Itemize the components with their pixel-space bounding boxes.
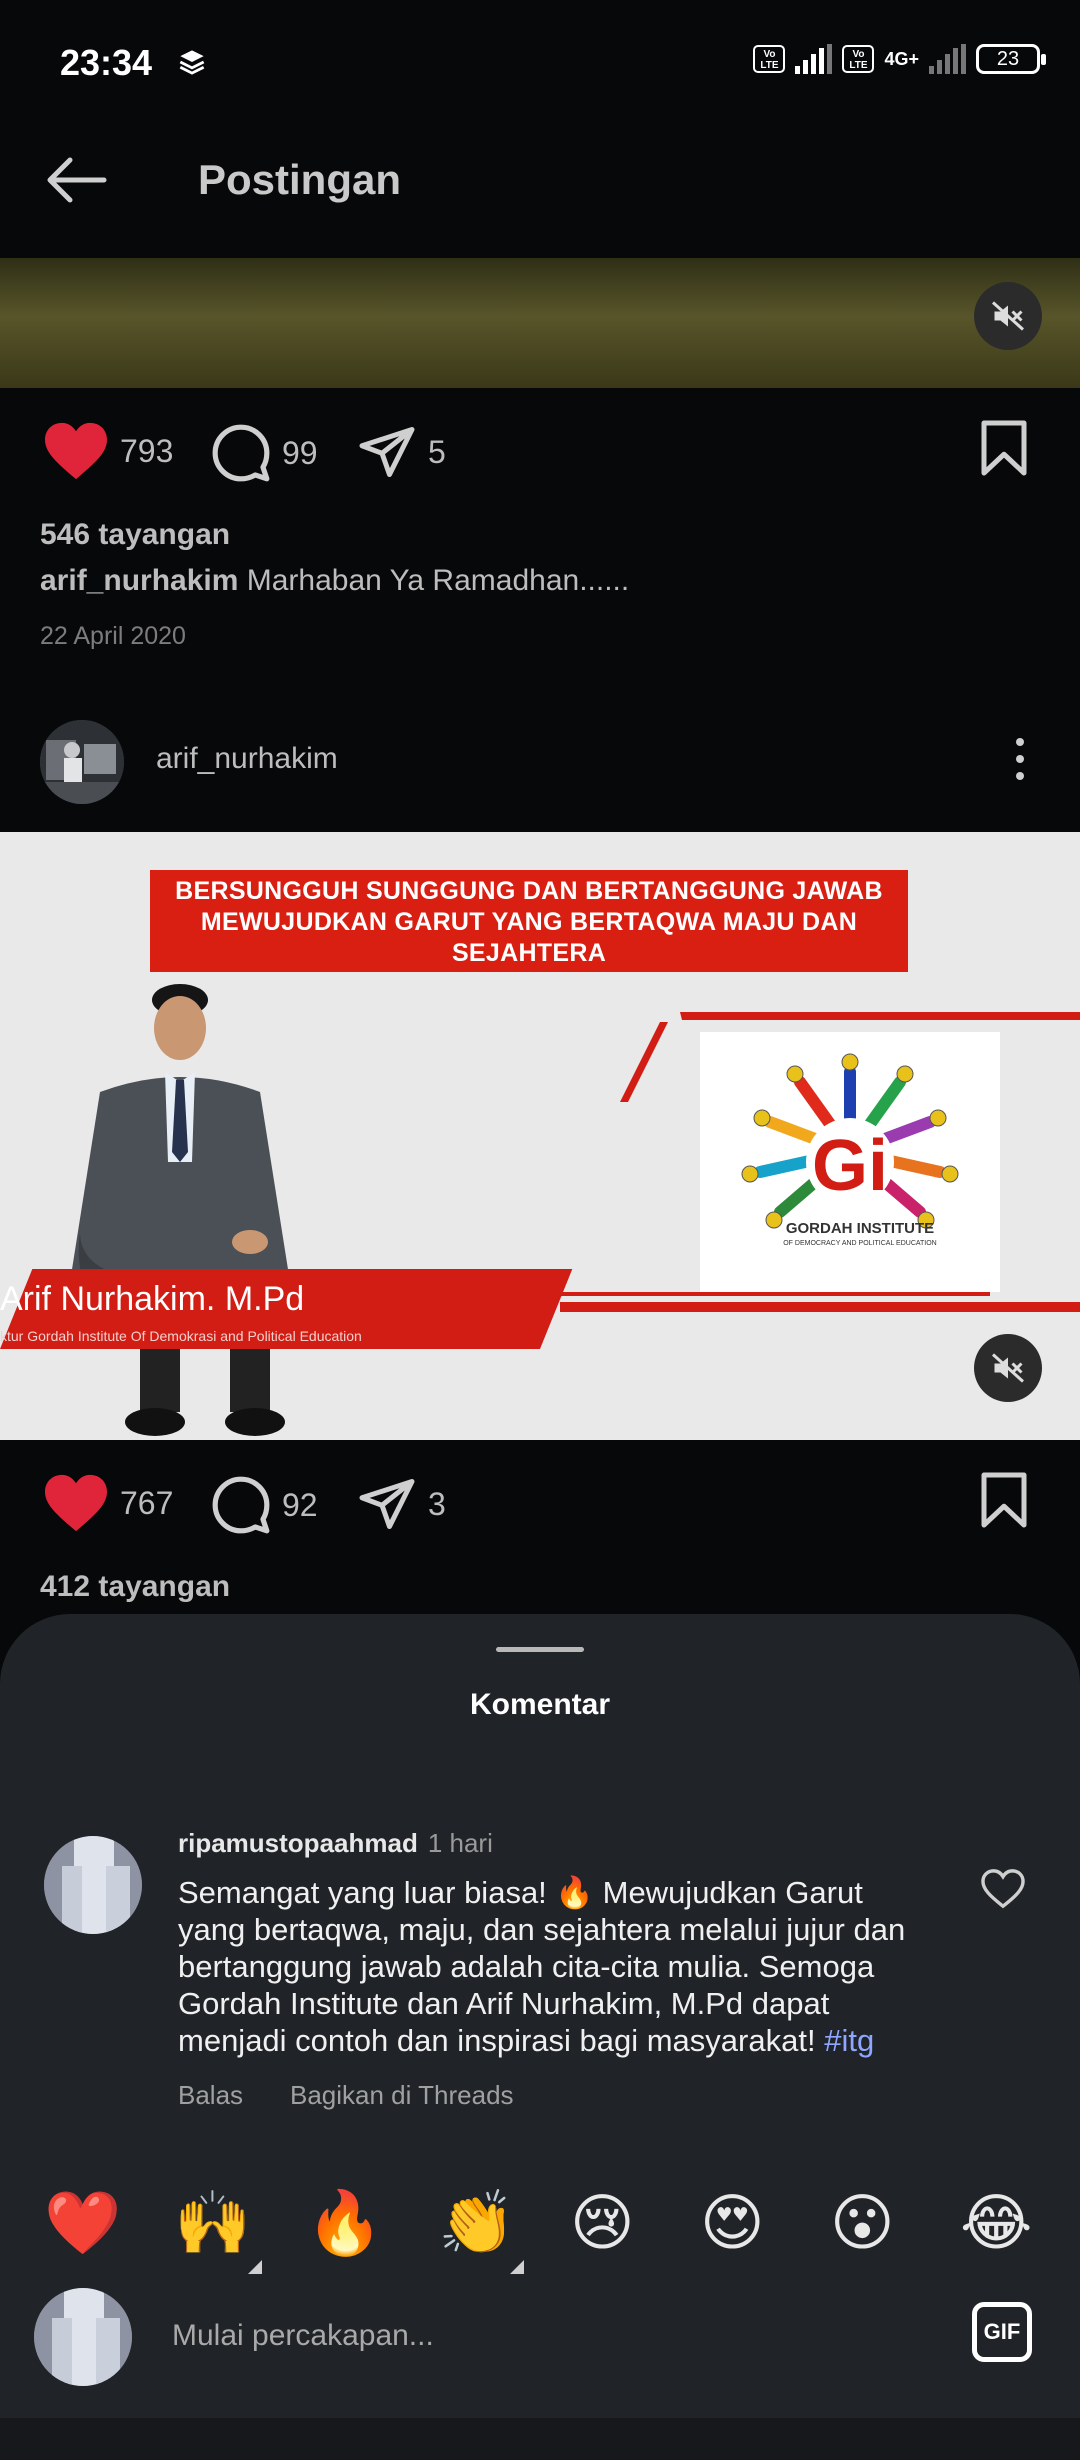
post1-views: 546 tayangan <box>40 518 231 551</box>
post2-like-count: 767 <box>120 1484 174 1521</box>
reply-link[interactable]: Balas <box>178 2080 243 2111</box>
post2-comment[interactable]: 92 <box>210 1474 318 1536</box>
page-title: Postingan <box>198 156 402 203</box>
volte-icon-2: Vo LTE <box>842 45 875 73</box>
network-type: 4G+ <box>884 49 919 69</box>
heart-filled-icon <box>45 1474 107 1532</box>
emoji-quick-bar: ❤️ 🙌 🔥 👏 😢 😍 😮 😂 <box>0 2184 1080 2274</box>
send-icon <box>359 427 415 477</box>
post2-share-count: 3 <box>428 1485 446 1522</box>
post2-views: 412 tayangan <box>40 1570 231 1603</box>
mute-button[interactable] <box>974 282 1042 350</box>
post2-username[interactable]: arif_nurhakim <box>156 742 338 776</box>
svg-text:Gi: Gi <box>812 1126 888 1206</box>
share-threads-link[interactable]: Bagikan di Threads <box>290 2080 514 2111</box>
emoji-surprised[interactable]: 😮 <box>830 2184 895 2264</box>
emoji-variant-indicator <box>248 2260 262 2274</box>
status-icons: Vo LTE Vo LTE 4G+ 23 <box>753 44 1046 74</box>
post2-avatar[interactable] <box>40 720 124 804</box>
bookmark-icon[interactable] <box>976 418 1032 478</box>
emoji-laughing[interactable]: 😂 <box>960 2184 1032 2264</box>
signal-icon-2 <box>929 44 966 74</box>
heart-filled-icon <box>45 422 107 480</box>
avatar-image <box>34 2288 132 2386</box>
battery-icon: 23 <box>976 44 1046 74</box>
post1-share-count: 5 <box>428 433 446 470</box>
emoji-fire[interactable]: 🔥 <box>306 2184 383 2264</box>
comment-input[interactable] <box>170 2318 874 2354</box>
post1-actions: 793 99 5 <box>0 412 1080 492</box>
post1-caption-text: Marhaban Ya Ramadhan...... <box>246 564 630 597</box>
person-image <box>70 984 298 1436</box>
post2-comment-count: 92 <box>282 1486 318 1523</box>
post2-actions: 767 92 3 <box>0 1464 1080 1544</box>
gordah-logo: Gi <box>700 1032 1000 1292</box>
signal-icon <box>795 44 833 74</box>
arrow-left-icon[interactable] <box>40 150 112 210</box>
comment-icon <box>212 424 270 482</box>
emoji-raised-hands[interactable]: 🙌 <box>174 2184 251 2264</box>
post2-share[interactable]: 3 <box>356 1474 446 1534</box>
send-icon <box>359 1479 415 1529</box>
emoji-clapping[interactable]: 👏 <box>438 2184 515 2264</box>
system-nav-bar <box>0 2418 1080 2460</box>
comment-username: ripamustopaahmad 1 hari <box>178 1828 493 1859</box>
comment-username-text[interactable]: ripamustopaahmad <box>178 1828 418 1858</box>
post1-caption: arif_nurhakim Marhaban Ya Ramadhan...... <box>40 564 629 598</box>
post1-like[interactable]: 793 <box>42 420 173 482</box>
post2-media[interactable]: BERSUNGGUH SUNGGUNG DAN BERTANGGUNG JAWA… <box>0 832 1080 1440</box>
logo-text: GORDAH INSTITUTE <box>785 1220 935 1237</box>
emoji-variant-indicator <box>510 2260 524 2274</box>
sheet-title: Komentar <box>469 1688 611 1721</box>
avatar-image <box>40 720 124 804</box>
post1-like-count: 793 <box>120 432 174 469</box>
comment-avatar[interactable] <box>44 1836 142 1934</box>
emoji-heart[interactable]: ❤️ <box>44 2184 121 2264</box>
logo-subtext: OF DEMOCRACY AND POLITICAL EDUCATION <box>783 1240 937 1247</box>
post1-comment-count: 99 <box>282 434 318 471</box>
avatar-image <box>44 1836 142 1934</box>
emoji-heart-eyes[interactable]: 😍 <box>700 2184 765 2264</box>
post2-like[interactable]: 767 <box>42 1472 173 1534</box>
bookmark-icon[interactable] <box>976 1470 1032 1530</box>
status-bar: 23:34 Vo LTE Vo LTE 4G+ 23 <box>0 0 1080 130</box>
sheet-drag-handle[interactable] <box>496 1647 584 1652</box>
volte-icon: Vo LTE <box>753 45 786 73</box>
comment-text: Semangat yang luar biasa! 🔥 Mewujudkan G… <box>178 1874 938 2059</box>
mute-button-2[interactable] <box>974 1334 1042 1402</box>
post1-share[interactable]: 5 <box>356 422 446 482</box>
post1-date: 22 April 2020 <box>40 622 186 650</box>
comment-time: 1 hari <box>427 1828 493 1858</box>
layers-icon <box>179 50 205 75</box>
status-time: 23:34 <box>60 42 153 83</box>
comment-body: Semangat yang luar biasa! 🔥 Mewujudkan G… <box>178 1875 906 2058</box>
comment-icon <box>212 1476 270 1534</box>
more-options-icon[interactable] <box>1008 736 1032 782</box>
my-avatar[interactable] <box>34 2288 132 2386</box>
name-subtext: ktur Gordah Institute Of Demokrasi and P… <box>0 1328 362 1344</box>
comment-hashtag[interactable]: #itg <box>824 2023 874 2058</box>
banner-text: BERSUNGGUH SUNGGUNG DAN BERTANGGUNG JAWA… <box>150 870 908 972</box>
speaker-muted-icon <box>991 301 1025 331</box>
heart-outline-icon[interactable] <box>980 1868 1026 1910</box>
post1-comment[interactable]: 99 <box>210 422 318 484</box>
speaker-muted-icon <box>991 1353 1025 1383</box>
post1-caption-username[interactable]: arif_nurhakim <box>40 564 238 597</box>
emoji-crying[interactable]: 😢 <box>570 2184 635 2264</box>
post1-media[interactable] <box>0 258 1080 388</box>
gif-button[interactable]: GIF <box>972 2302 1032 2362</box>
name-text: Arif Nurhakim. M.Pd <box>0 1280 305 1318</box>
